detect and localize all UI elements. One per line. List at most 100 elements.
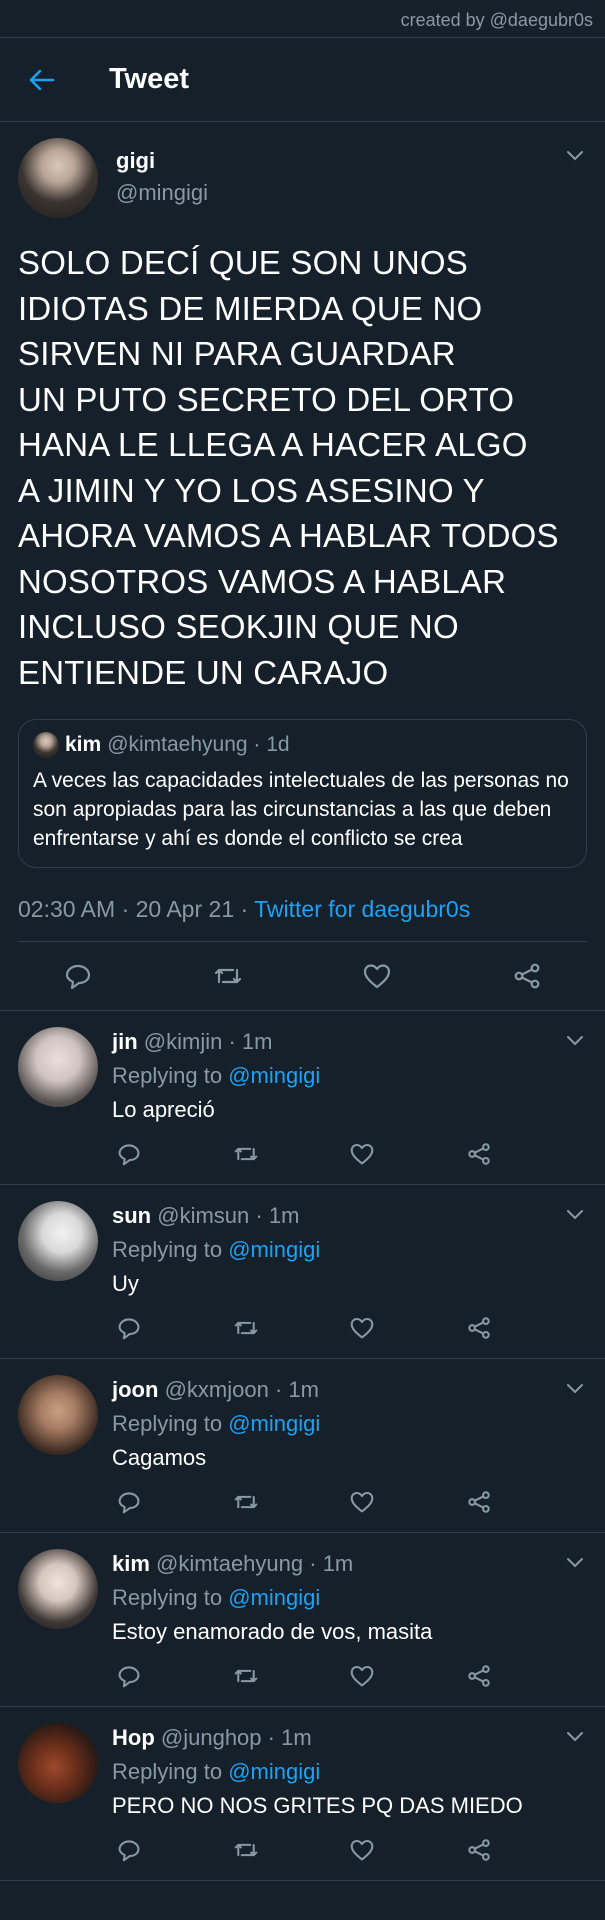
reply-time: 1m bbox=[241, 1029, 273, 1054]
quote-text: A veces las capacidades intelectuales de… bbox=[33, 769, 569, 850]
back-arrow-icon[interactable] bbox=[28, 66, 56, 94]
mention-link[interactable]: @mingigi bbox=[228, 1411, 320, 1436]
reply-icon[interactable] bbox=[116, 1489, 142, 1515]
replying-to-label: Replying to bbox=[112, 1759, 223, 1784]
top-bar: Tweet bbox=[0, 38, 605, 122]
avatar bbox=[33, 732, 59, 758]
mention-link[interactable]: @mingigi bbox=[228, 1759, 320, 1784]
quoted-tweet[interactable]: kim @kimtaehyung · 1d A veces las capaci… bbox=[18, 719, 587, 868]
like-icon[interactable] bbox=[349, 1315, 375, 1341]
like-icon[interactable] bbox=[349, 1141, 375, 1167]
like-icon[interactable] bbox=[361, 960, 393, 992]
tweet-date: 20 Apr 21 bbox=[135, 896, 235, 922]
chevron-down-icon[interactable] bbox=[565, 146, 585, 166]
mention-link[interactable]: @mingigi bbox=[228, 1237, 320, 1262]
share-icon[interactable] bbox=[466, 1837, 492, 1863]
reply-text: PERO NO NOS GRITES PQ DAS MIEDO bbox=[112, 1793, 523, 1818]
mention-link[interactable]: @mingigi bbox=[228, 1063, 320, 1088]
reply-action-bar bbox=[112, 1141, 492, 1167]
separator-dot: · bbox=[234, 896, 255, 922]
reply-display-name[interactable]: sun bbox=[112, 1203, 151, 1228]
share-icon[interactable] bbox=[466, 1141, 492, 1167]
share-icon[interactable] bbox=[511, 960, 543, 992]
retweet-icon[interactable] bbox=[212, 960, 244, 992]
reply-tweet[interactable]: Hop @junghop · 1m Replying to @mingigi PER… bbox=[0, 1707, 605, 1881]
mention-link[interactable]: @mingigi bbox=[228, 1585, 320, 1610]
like-icon[interactable] bbox=[349, 1663, 375, 1689]
reply-icon[interactable] bbox=[116, 1837, 142, 1863]
avatar[interactable] bbox=[18, 138, 98, 218]
chevron-down-icon[interactable] bbox=[565, 1379, 585, 1399]
replies-list: jin @kimjin · 1m Replying to @mingigi Lo a… bbox=[0, 1011, 605, 1881]
credit-text: created by @daegubr0s bbox=[0, 0, 605, 38]
reply-icon[interactable] bbox=[116, 1315, 142, 1341]
reply-display-name[interactable]: jin bbox=[112, 1029, 138, 1054]
reply-tweet[interactable]: joon @kxmjoon · 1m Replying to @mingigi Ca… bbox=[0, 1359, 605, 1533]
avatar[interactable] bbox=[18, 1723, 98, 1803]
reply-handle[interactable]: @kimtaehyung bbox=[156, 1551, 303, 1576]
separator-dot: · bbox=[261, 1725, 282, 1750]
reply-text: Estoy enamorado de vos, masita bbox=[112, 1619, 433, 1644]
display-name[interactable]: gigi bbox=[116, 146, 208, 176]
reply-handle[interactable]: @kimsun bbox=[157, 1203, 249, 1228]
separator-dot: · bbox=[222, 1029, 242, 1054]
avatar[interactable] bbox=[18, 1549, 98, 1629]
share-icon[interactable] bbox=[466, 1489, 492, 1515]
share-icon[interactable] bbox=[466, 1315, 492, 1341]
reply-display-name[interactable]: kim bbox=[112, 1551, 150, 1576]
replying-to-label: Replying to bbox=[112, 1237, 223, 1262]
reply-icon[interactable] bbox=[116, 1663, 142, 1689]
reply-icon[interactable] bbox=[116, 1141, 142, 1167]
retweet-icon[interactable] bbox=[233, 1663, 259, 1689]
reply-handle[interactable]: @junghop bbox=[161, 1725, 262, 1750]
retweet-icon[interactable] bbox=[233, 1141, 259, 1167]
user-handle[interactable]: @mingigi bbox=[116, 176, 208, 210]
reply-tweet[interactable]: sun @kimsun · 1m Replying to @mingigi Uy bbox=[0, 1185, 605, 1359]
avatar[interactable] bbox=[18, 1027, 98, 1107]
separator-dot: · bbox=[268, 1377, 289, 1402]
reply-text: Uy bbox=[112, 1271, 139, 1296]
tweet-text: SOLO DECÍ QUE SON UNOS IDIOTAS DE MIERDA… bbox=[18, 244, 559, 691]
quote-display-name: kim bbox=[65, 733, 102, 756]
retweet-icon[interactable] bbox=[233, 1837, 259, 1863]
chevron-down-icon[interactable] bbox=[565, 1727, 585, 1747]
reply-text: Lo apreció bbox=[112, 1097, 215, 1122]
tweet-meta: 02:30 AM · 20 Apr 21 · Twitter for daegu… bbox=[18, 896, 587, 942]
like-icon[interactable] bbox=[349, 1837, 375, 1863]
tweet-time: 02:30 AM bbox=[18, 896, 116, 922]
avatar[interactable] bbox=[18, 1375, 98, 1455]
reply-action-bar bbox=[112, 1315, 492, 1341]
retweet-icon[interactable] bbox=[233, 1489, 259, 1515]
reply-text: Cagamos bbox=[112, 1445, 207, 1470]
chevron-down-icon[interactable] bbox=[565, 1553, 585, 1573]
page-title: Tweet bbox=[109, 63, 190, 95]
quote-time: 1d bbox=[266, 733, 290, 756]
reply-handle[interactable]: @kxmjoon bbox=[165, 1377, 269, 1402]
main-action-bar bbox=[18, 942, 587, 1010]
reply-time: 1m bbox=[288, 1377, 319, 1402]
tweet-source-link[interactable]: Twitter for daegubr0s bbox=[254, 896, 470, 922]
reply-action-bar bbox=[112, 1489, 492, 1515]
retweet-icon[interactable] bbox=[233, 1315, 259, 1341]
reply-time: 1m bbox=[268, 1203, 300, 1228]
chevron-down-icon[interactable] bbox=[565, 1031, 585, 1051]
reply-display-name[interactable]: joon bbox=[112, 1377, 158, 1402]
reply-time: 1m bbox=[322, 1551, 354, 1576]
avatar[interactable] bbox=[18, 1201, 98, 1281]
separator-dot: · bbox=[249, 1203, 269, 1228]
reply-display-name[interactable]: Hop bbox=[112, 1725, 155, 1750]
quote-handle: @kimtaehyung bbox=[107, 733, 248, 756]
replying-to-label: Replying to bbox=[112, 1063, 223, 1088]
reply-icon[interactable] bbox=[62, 960, 94, 992]
reply-action-bar bbox=[112, 1663, 492, 1689]
like-icon[interactable] bbox=[349, 1489, 375, 1515]
reply-handle[interactable]: @kimjin bbox=[144, 1029, 223, 1054]
share-icon[interactable] bbox=[466, 1663, 492, 1689]
separator-dot: · bbox=[247, 733, 267, 756]
main-tweet: gigi @mingigi SOLO DECÍ QUE SON UNOS IDI… bbox=[0, 122, 605, 1010]
chevron-down-icon[interactable] bbox=[565, 1205, 585, 1225]
separator-dot: · bbox=[115, 896, 136, 922]
reply-tweet[interactable]: jin @kimjin · 1m Replying to @mingigi Lo a… bbox=[0, 1011, 605, 1185]
replying-to-label: Replying to bbox=[112, 1411, 223, 1436]
reply-tweet[interactable]: kim @kimtaehyung · 1m Replying to @mingig… bbox=[0, 1533, 605, 1707]
